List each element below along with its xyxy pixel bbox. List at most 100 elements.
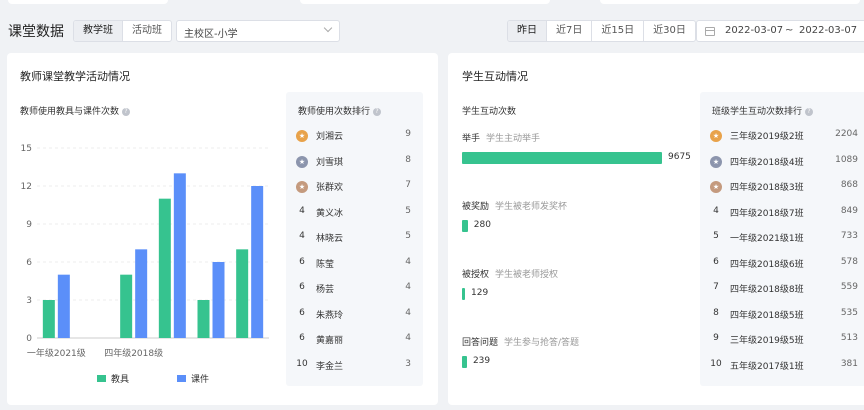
interaction-value: 129 (471, 288, 489, 298)
ranking-title: 教师使用次数排行? (298, 104, 382, 117)
rank-count: 4 (405, 256, 411, 267)
rank-count: 513 (840, 333, 858, 343)
rank-number: 10 (710, 358, 722, 369)
y-tick-label: 15 (21, 144, 32, 154)
interaction-label: 回答问题 学生参与抢答/答题 (462, 338, 580, 348)
rank-count: 5 (405, 231, 411, 241)
bar-jiaoju (120, 274, 133, 338)
interaction-bar-fill (462, 356, 467, 368)
rank-count: 733 (840, 231, 858, 241)
rank-name: 陈莹 (316, 259, 335, 270)
rank-count: 1089 (835, 154, 858, 165)
rank-count: 849 (840, 205, 858, 216)
date-end: 2022-03-07 (799, 25, 858, 36)
student-ranking-row: ★ 四年级2018级3班 868 (700, 177, 864, 197)
rank-name: 四年级2018级3班 (730, 183, 804, 193)
y-tick-label: 3 (26, 296, 32, 306)
calendar-icon (705, 27, 715, 36)
teacher-ranking-row: ★ 刘雪琪 8 (286, 152, 423, 172)
tab-15-days[interactable]: 近15日 (592, 21, 645, 41)
campus-select[interactable]: 主校区-小学 (176, 20, 340, 42)
rank-count: 4 (405, 307, 411, 318)
rank-name: 林晓云 (316, 234, 344, 244)
rank-number: 4 (299, 205, 305, 216)
campus-select-value: 主校区-小学 (184, 29, 238, 40)
usage-bar-chart: 0 3 6 9 12 15 一年级2021级 四年级2018级 (21, 144, 269, 359)
rank-name: 张群欢 (316, 183, 344, 193)
rank-count: 3 (405, 358, 411, 369)
header: 课堂数据 教学班 活动班 主校区-小学 昨日 近7日 近15日 近30日 202… (0, 16, 864, 46)
interaction-subtitle: 学生互动次数 (462, 107, 517, 117)
rank-count: 535 (840, 307, 858, 318)
top-card-edge (300, 0, 550, 4)
bar-kejian (212, 262, 225, 338)
interaction-bar: 9675 (462, 151, 692, 165)
rank-count: 5 (405, 205, 411, 216)
teacher-ranking-row: 6 朱燕玲 4 (286, 305, 423, 325)
student-ranking-row: 10 五年级2017级1班 381 (700, 356, 864, 376)
rank-count: 8 (405, 154, 411, 165)
rank-name: 五年级2017级1班 (730, 361, 804, 372)
rank-count: 381 (840, 358, 858, 369)
chart-title: 教师使用教具与课件次数? (20, 104, 131, 117)
rank-number: 10 (296, 358, 308, 369)
rank-number: 6 (299, 333, 305, 343)
rank-count: 559 (840, 282, 858, 292)
legend-swatch (177, 375, 186, 382)
date-range-picker[interactable]: 2022-03-07 ~ 2022-03-07 (696, 20, 864, 42)
bar-kejian (173, 173, 186, 338)
medal-icon: ★ (296, 181, 308, 193)
rank-count: 4 (405, 333, 411, 343)
info-icon[interactable]: ? (373, 108, 382, 116)
interaction-value: 9675 (668, 152, 691, 162)
rank-number: 6 (713, 256, 719, 267)
tab-yesterday[interactable]: 昨日 (508, 21, 547, 41)
bar-jiaoju (197, 300, 210, 338)
bar-jiaoju (236, 249, 249, 338)
tab-teaching-class[interactable]: 教学班 (74, 21, 123, 41)
medal-icon: ★ (710, 155, 722, 168)
interaction-bar-fill (462, 288, 465, 300)
tab-activity-class[interactable]: 活动班 (123, 21, 171, 41)
rank-number: 9 (713, 333, 719, 343)
teacher-activity-card: 教师课堂教学活动情况 教师使用教具与课件次数? 0 3 6 9 12 15 一年级2021级… (7, 53, 438, 405)
info-icon[interactable]: ? (122, 108, 131, 116)
y-tick-label: 12 (21, 182, 32, 192)
rank-name: 四年级2018级7班 (730, 208, 804, 219)
rank-name: 四年级2018级4班 (730, 157, 804, 168)
rank-name: 朱燕玲 (316, 310, 344, 321)
student-ranking-row: 5 一年级2021级1班 733 (700, 228, 864, 248)
card-title: 教师课堂教学活动情况 (20, 70, 130, 83)
tab-30-days[interactable]: 近30日 (644, 21, 695, 41)
teacher-ranking-row: 4 林晓云 5 (286, 228, 423, 248)
rank-number: 7 (713, 282, 719, 292)
rank-name: 刘湘云 (316, 132, 344, 142)
y-tick-label: 6 (26, 258, 32, 268)
interaction-label: 举手 学生主动举手 (462, 134, 541, 144)
rank-count: 578 (840, 256, 858, 267)
tab-7-days[interactable]: 近7日 (547, 21, 593, 41)
teacher-ranking-row: 6 杨芸 4 (286, 279, 423, 299)
y-tick-label: 0 (26, 334, 32, 344)
rank-name: 三年级2019级5班 (730, 336, 804, 346)
date-start: 2022-03-07 (725, 25, 784, 36)
legend-item-kejian[interactable]: 课件 (177, 372, 209, 385)
interaction-bar: 280 (462, 219, 692, 233)
info-icon[interactable]: ? (805, 108, 814, 116)
legend-item-jiaoju[interactable]: 教具 (97, 372, 129, 385)
period-tabs: 昨日 近7日 近15日 近30日 (507, 20, 696, 42)
rank-number: 6 (299, 256, 305, 267)
interaction-value: 239 (472, 356, 491, 366)
rank-count: 868 (840, 180, 858, 190)
student-ranking-row: 7 四年级2018级8班 559 (700, 279, 864, 299)
bar-kejian (251, 186, 264, 338)
interaction-bar-fill (462, 220, 468, 232)
card-title: 学生互动情况 (462, 70, 528, 83)
student-ranking-row: 8 四年级2018级5班 535 (700, 305, 864, 325)
rank-number: 6 (299, 282, 305, 292)
x-tick-label: 四年级2018级 (104, 347, 163, 359)
interaction-label: 被奖励 学生被老师发奖杯 (462, 202, 568, 212)
top-strip (0, 0, 864, 6)
rank-number: 4 (299, 231, 305, 241)
student-ranking-row: 6 四年级2018级6班 578 (700, 254, 864, 274)
